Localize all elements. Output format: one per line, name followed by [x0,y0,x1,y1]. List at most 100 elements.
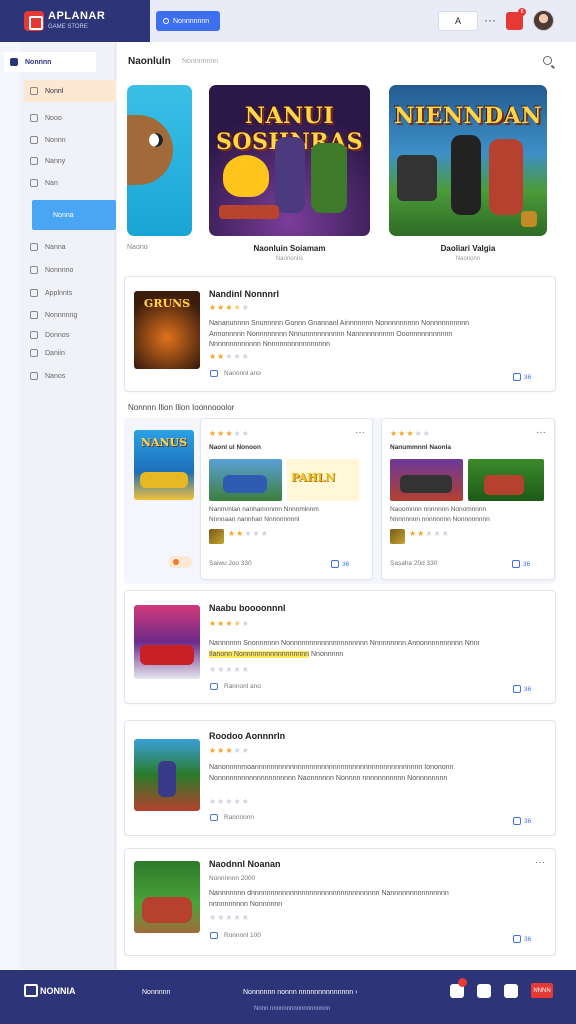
grid-icon [30,136,38,144]
star-rating: ★★★★★ [209,429,250,438]
more-icon[interactable]: ··· [355,427,365,438]
sidebar-item-label: Donnos [45,331,70,339]
game-thumbnail[interactable] [134,739,200,811]
brand-block[interactable]: APLANAR GAME STORE [0,0,150,42]
star-rating: ★★★★★ [209,619,250,628]
game-title[interactable]: Nandinl Nonnnrl [209,289,279,299]
game-thumbnail[interactable] [134,861,200,933]
car-art [140,472,188,488]
sidebar-item-active[interactable]: Nonna [32,200,116,230]
download-icon [513,685,521,693]
download-count[interactable]: 36 [513,685,531,693]
more-icon[interactable]: ··· [535,857,545,868]
sidebar-item-list[interactable]: Nanny [24,151,116,171]
featured-game-card[interactable]: GRUNS Nandinl Nonnnrl ★★★★★ Nananunnnn S… [124,276,556,392]
tag-icon [30,311,38,319]
more-menu-icon[interactable]: ··· [484,13,496,27]
sidebar-item-tags[interactable]: Nonnnnng [24,305,116,325]
sidebar-item-featured[interactable]: Nonnl [24,80,116,102]
sidebar-item-applications[interactable]: Applnnts [24,283,116,303]
game-card[interactable]: Naodnnl Noanan ··· Nonnnnnn 2000 Nannnnn… [124,848,556,956]
download-count[interactable]: 36 [331,560,349,568]
game-thumbnail[interactable]: NANUS [134,430,194,500]
character-art [275,137,305,213]
vehicle-art [400,475,452,493]
sidebar-item-user[interactable]: Daniin [24,343,116,363]
carousel-caption[interactable]: Naonluin Soiamam [209,244,370,253]
game-card[interactable]: Roodoo Aonnnrln ★★★★★ Nanonnnnmoannnnnnn… [124,720,556,836]
footer-subtext: Nnnn nnnnnnnnnnnnnnnnnn [254,1006,331,1012]
mini-thumbnail[interactable] [209,529,224,544]
gift-icon[interactable] [477,984,491,998]
user-icon [30,349,38,357]
star-rating: ★★★★★ [209,746,250,755]
game-title[interactable]: Naabu boooonnnl [209,603,286,613]
flame-icon[interactable] [168,556,192,568]
screenshot-image[interactable] [468,459,544,501]
highlight-text: Ilanonn Nonnnnnnnnnnnnnnnnn [209,651,310,658]
download-count-value: 36 [523,560,531,568]
game-thumbnail[interactable] [134,605,200,679]
heart-icon [30,243,38,251]
screenshot-title: PAHLN [291,471,336,484]
screenshot-image[interactable] [390,459,463,501]
description-tail: Nnonnnnn [311,651,344,658]
screenshot-image[interactable] [209,459,282,501]
game-meta: Nanonnl ano [224,370,261,377]
mini-thumbnail[interactable] [390,529,405,544]
footer-link[interactable]: Nonnnnnn nonnn nnnnnnnnnnnnnn › [243,989,357,996]
star-icon [30,87,38,95]
chat-icon[interactable] [504,984,518,998]
footer-cta-button[interactable]: NNNN [531,983,553,998]
mini-star-rating: ★★★★★ [209,352,250,361]
carousel-banner-2[interactable]: NIENNDAN [389,85,547,236]
app-logo-icon [24,11,44,31]
download-count[interactable]: 36 [512,560,530,568]
primary-nav-button[interactable]: Nonnnnnnn [156,11,220,31]
thumbnail-title: GRUNS [143,297,191,310]
vehicle-art [484,475,524,495]
box-icon [30,289,38,297]
character-art [219,205,279,219]
card-line: Naoomnnn nnnnnnn Nonomnnnn [390,506,487,513]
sidebar-item-settings[interactable]: Nanos [24,366,116,386]
sidebar-item-label: Nooo [45,114,62,122]
sidebar-item-apps[interactable]: Nooo [24,108,116,128]
sidebar-item-doc[interactable]: Nan [24,173,116,193]
sidebar-item-charts[interactable]: Donnos [24,325,116,345]
banner-title: NIENNDAN [394,103,542,129]
game-card[interactable]: Naabu boooonnnl ★★★★★ Nannnnnn Snonnnnnn… [124,590,556,704]
sidebar-item-recent[interactable]: Nonnnno [24,260,116,280]
carousel-caption[interactable]: Daoliari Valgia [389,244,547,253]
sidebar-item-home[interactable]: Nonnnn [4,52,96,72]
game-title[interactable]: Naodnnl Noanan [209,859,281,869]
screenshot-image[interactable]: PAHLN [287,459,359,501]
download-count[interactable]: 36 [513,935,531,943]
footer-link[interactable]: Nonnnnn [142,989,170,996]
notifications-button[interactable]: 8 [506,8,526,30]
doc-icon [30,179,38,187]
calendar-icon [210,683,218,690]
carousel-banner-1[interactable]: NANUI SOSHNRAS [209,85,370,236]
card-title: Nanummnnl Naonla [390,444,452,451]
search-icon[interactable] [543,56,552,65]
sidebar-item-favorites[interactable]: Nanna [24,237,116,257]
header-input[interactable]: A [438,11,478,31]
mini-star-rating: ★★★★★ [209,665,250,674]
game-thumbnail[interactable]: GRUNS [134,291,200,369]
download-count[interactable]: 36 [513,817,531,825]
sidebar-item-label: Nonna [53,211,74,219]
sidebar-item-grid[interactable]: Nonnn [24,130,116,150]
group-card[interactable]: ★★★★★ ··· Nanummnnl Naonla Naoomnnn nnnn… [381,418,555,580]
footer-brand[interactable]: NONNIA [40,986,76,996]
character-art [223,155,269,197]
download-icon [513,935,521,943]
carousel-banner-0[interactable] [127,85,192,236]
avatar[interactable] [533,10,554,31]
group-card[interactable]: ★★★★★ ··· Naonl ul Nonoon PAHLN Nanmmlan… [200,418,373,580]
more-icon[interactable]: ··· [536,427,546,438]
notification-dot [458,978,467,987]
game-title[interactable]: Roodoo Aonnnrln [209,731,285,741]
download-count[interactable]: 36 [513,373,531,381]
settings-icon [30,372,38,380]
